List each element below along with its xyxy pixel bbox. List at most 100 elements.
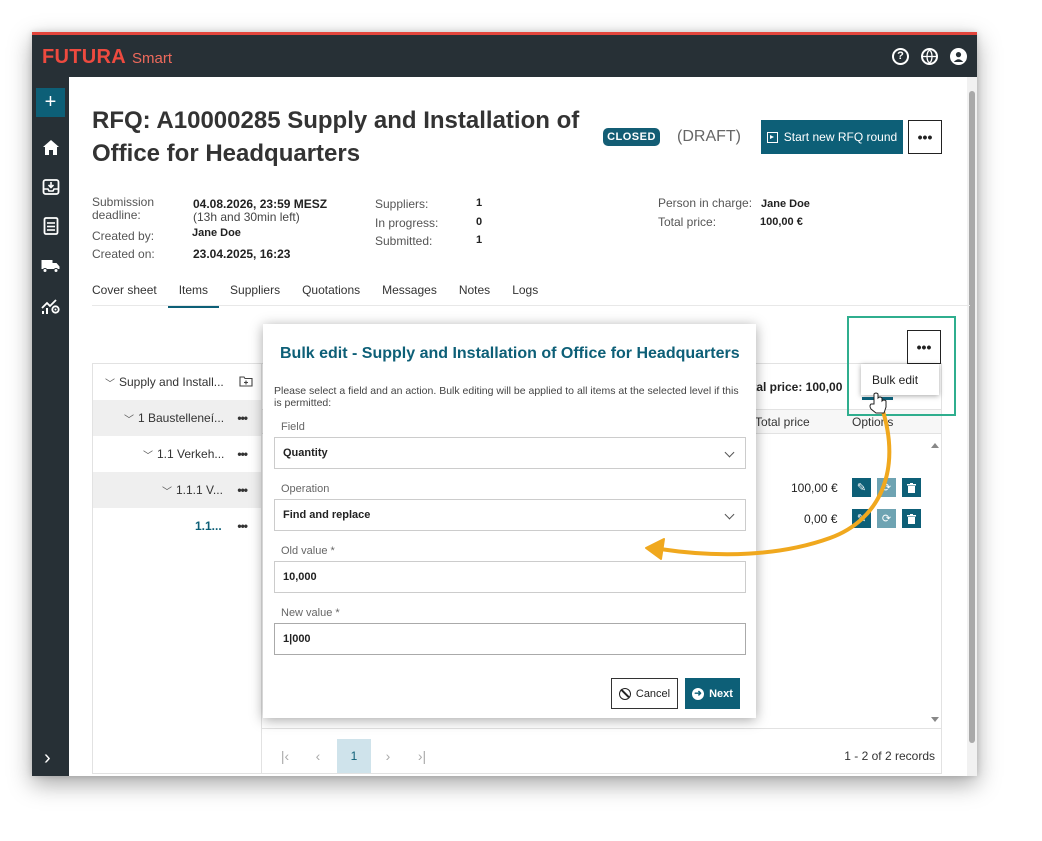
inbox-icon[interactable] (40, 176, 61, 197)
add-folder-icon[interactable] (239, 375, 253, 390)
play-icon (766, 131, 778, 143)
item-tree: ﹀ Supply and Install... ﹀ 1 Baustelleneí… (92, 363, 262, 774)
created-by-label: Created by: (92, 229, 155, 243)
old-value-label: Old value * (281, 545, 335, 557)
submitted-value: 1 (476, 234, 483, 246)
total-price-value: 100,00 € (760, 216, 803, 228)
tree-row[interactable]: ﹀ Supply and Install... (93, 364, 261, 400)
old-value-text: 10,000 (283, 571, 317, 583)
created-on-value: 23.04.2025, 16:23 (193, 247, 291, 261)
chart-gear-icon[interactable] (40, 295, 61, 316)
cancel-label: Cancel (635, 687, 671, 700)
tree-row[interactable]: ﹀ 1.1 Verkeh... ••• (93, 436, 261, 472)
edit-icon[interactable]: ✎ (852, 509, 871, 528)
brand-subtitle: Smart (132, 50, 173, 67)
expand-sidebar-icon[interactable]: › (44, 747, 51, 770)
next-button[interactable]: ➜ Next (685, 678, 740, 709)
page-button-current[interactable]: 1 (337, 739, 371, 773)
app-window: FUTURA Smart ? + › RFQ: A10000285 Supply… (32, 32, 977, 776)
tree-row-label[interactable]: 1.1... (195, 519, 222, 533)
dialog-title: Bulk edit - Supply and Installation of O… (280, 345, 740, 362)
chevron-down-icon (724, 509, 735, 520)
checklist-icon[interactable] (40, 215, 61, 236)
tree-row[interactable]: ﹀ 1.1.1 V... ••• (93, 472, 261, 508)
submission-deadline-label: Submission deadline: (92, 195, 155, 222)
first-page-icon[interactable]: |‹ (268, 739, 302, 773)
chevron-down-icon[interactable]: ﹀ (143, 447, 153, 462)
chevron-down-icon[interactable]: ﹀ (124, 411, 134, 426)
header-actions: ? (892, 48, 967, 65)
user-icon[interactable] (950, 48, 967, 65)
submission-deadline-value: 04.08.2026, 23:59 MESZ (193, 197, 328, 211)
row-more-button[interactable]: ••• (237, 411, 248, 425)
total-price-label: Total price: (658, 215, 717, 229)
tab-divider (92, 305, 970, 306)
scroll-thumb[interactable] (969, 91, 975, 743)
trash-icon[interactable] (902, 478, 921, 497)
suppliers-label: Suppliers: (375, 197, 429, 211)
chevron-down-icon (724, 447, 735, 458)
tree-row-label: Supply and Install... (119, 375, 224, 389)
trash-icon[interactable] (902, 509, 921, 528)
grid-total-price: otal price: 100,00 (745, 380, 843, 394)
suppliers-value: 1 (476, 197, 483, 209)
sidebar: + › (32, 77, 69, 776)
row-more-button[interactable]: ••• (237, 483, 248, 497)
arrow-right-icon: ➜ (692, 687, 705, 700)
new-value-text: 1|000 (283, 633, 311, 645)
in-progress-label: In progress: (375, 216, 439, 230)
old-value-input[interactable]: 10,000 (274, 561, 746, 593)
column-header-total-price[interactable]: Total price (755, 415, 810, 429)
field-select-value: Quantity (283, 447, 328, 459)
row-total-price: 100,00 € (791, 481, 838, 495)
person-in-charge-value: Jane Doe (761, 198, 810, 210)
next-label: Next (709, 687, 733, 700)
row-more-button[interactable]: ••• (237, 447, 248, 461)
row-more-button[interactable]: ••• (237, 519, 248, 533)
cancel-button[interactable]: Cancel (611, 678, 678, 709)
page-title: RFQ: A10000285 Supply and Installation o… (92, 107, 580, 167)
in-progress-value: 0 (476, 216, 483, 228)
refresh-icon[interactable]: ⟳ (877, 478, 896, 497)
chevron-down-icon[interactable]: ﹀ (105, 375, 115, 390)
created-by-value: Jane Doe (192, 227, 241, 239)
tree-row[interactable]: ﹀ 1 Baustelleneí... ••• (93, 400, 261, 436)
records-count: 1 - 2 of 2 records (844, 749, 935, 763)
tree-row-label: 1.1 Verkeh... (157, 447, 225, 461)
more-actions-button[interactable]: ••• (908, 120, 942, 154)
prev-page-icon[interactable]: ‹ (301, 739, 335, 773)
top-bar: FUTURA Smart ? (32, 32, 977, 77)
cancel-icon (618, 687, 631, 700)
highlight-frame (847, 316, 956, 416)
draft-label: (DRAFT) (677, 128, 741, 145)
tree-row[interactable]: 1.1... ••• (93, 508, 261, 544)
last-page-icon[interactable]: ›| (405, 739, 439, 773)
globe-icon[interactable] (921, 48, 938, 65)
next-page-icon[interactable]: › (371, 739, 405, 773)
chevron-down-icon[interactable]: ﹀ (162, 483, 172, 498)
page-scrollbar[interactable] (967, 77, 977, 776)
start-new-round-button[interactable]: Start new RFQ round (761, 120, 903, 154)
dialog-description: Please select a field and an action. Bul… (274, 385, 739, 409)
new-value-input[interactable]: 1|000 (274, 623, 746, 655)
home-icon[interactable] (40, 137, 61, 158)
brand-logo[interactable]: FUTURA Smart (42, 46, 172, 69)
status-badge: CLOSED (603, 128, 660, 146)
operation-select-value: Find and replace (283, 509, 371, 521)
start-new-round-label: Start new RFQ round (783, 130, 898, 144)
row-total-price: 0,00 € (804, 512, 838, 526)
refresh-icon[interactable]: ⟳ (877, 509, 896, 528)
edit-icon[interactable]: ✎ (852, 478, 871, 497)
grid-scrollbar[interactable] (929, 440, 941, 725)
operation-select[interactable]: Find and replace (274, 499, 746, 531)
tree-row-label: 1.1.1 V... (176, 483, 223, 497)
help-icon[interactable]: ? (892, 48, 909, 65)
truck-icon[interactable] (40, 255, 61, 276)
tree-row-label: 1 Baustelleneí... (138, 411, 225, 425)
operation-label: Operation (281, 483, 330, 495)
pagination: |‹ ‹ 1 › ›| 1 - 2 of 2 records (262, 728, 941, 774)
new-value-label: New value * (281, 607, 340, 619)
field-select[interactable]: Quantity (274, 437, 746, 469)
add-icon[interactable]: + (36, 88, 65, 117)
submitted-label: Submitted: (375, 234, 433, 248)
